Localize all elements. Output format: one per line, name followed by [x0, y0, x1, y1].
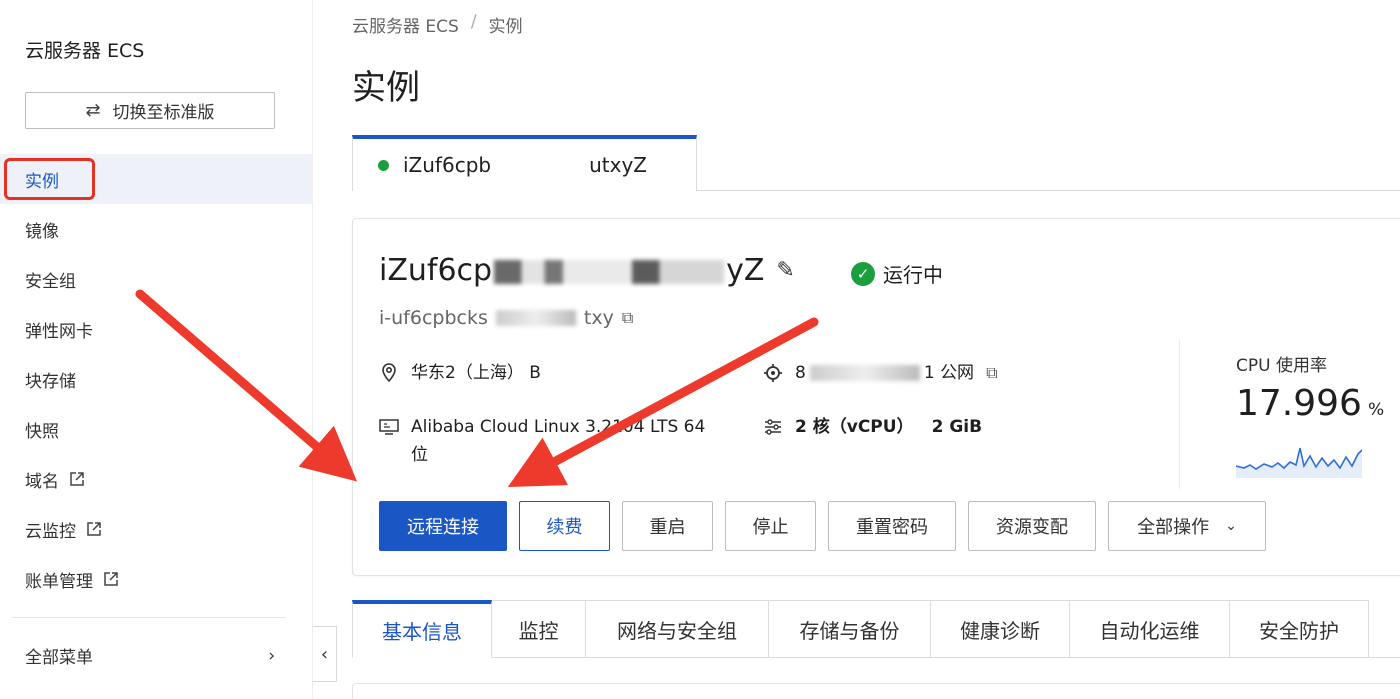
running-status-dot	[378, 159, 389, 171]
breadcrumb-separator: /	[470, 12, 477, 32]
monitor-icon	[379, 413, 399, 441]
edit-icon[interactable]: ✎	[776, 258, 794, 283]
sidebar-item-block-storage[interactable]: 块存储	[0, 354, 313, 404]
region-text: 华东2（上海） B	[411, 363, 541, 383]
sidebar-item-billing[interactable]: 账单管理	[0, 554, 313, 604]
all-menu-label: 全部菜单	[25, 648, 93, 668]
all-operations-dropdown[interactable]: 全部操作 ⌄	[1108, 501, 1266, 551]
all-menu-link[interactable]: 全部菜单 ›	[25, 643, 275, 669]
sidebar-item-label: 弹性网卡	[25, 321, 93, 342]
instance-card: iZuf6cp yZ ✎ ✓ 运行中 i-uf6cpbcks txy ⧉ 华东2（上…	[352, 218, 1400, 576]
cpu-usage-value: 17.996%	[1236, 383, 1385, 424]
instance-name: iZuf6cp yZ ✎	[379, 253, 795, 288]
target-icon	[763, 359, 783, 387]
breadcrumb: 云服务器 ECS / 实例	[352, 12, 523, 37]
cpu-sparkline	[1236, 447, 1362, 478]
switch-version-button[interactable]: ⇄ 切换至标准版	[25, 92, 275, 129]
sidebar-item-label: 块存储	[25, 371, 76, 392]
switch-arrows-icon: ⇄	[85, 100, 101, 121]
sidebar: 云服务器 ECS ⇄ 切换至标准版 实例 镜像 安全组 弹性网卡 块存储 快照 …	[0, 0, 313, 699]
os-info: Alibaba Cloud Linux 3.2104 LTS 64 位	[379, 413, 739, 469]
copy-icon[interactable]: ⧉	[622, 308, 633, 328]
sidebar-item-label: 安全组	[25, 271, 76, 292]
sidebar-item-cloud-monitor[interactable]: 云监控	[0, 504, 313, 554]
annotation-highlight-box	[4, 158, 95, 200]
sidebar-item-eni[interactable]: 弹性网卡	[0, 304, 313, 354]
sidebar-item-instances[interactable]: 实例	[0, 154, 313, 204]
external-link-icon	[69, 471, 85, 487]
sidebar-title: 云服务器 ECS	[25, 40, 145, 62]
os-text: Alibaba Cloud Linux 3.2104 LTS 64 位	[411, 417, 706, 465]
sidebar-item-security-groups[interactable]: 安全组	[0, 254, 313, 304]
sidebar-menu: 实例 镜像 安全组 弹性网卡 块存储 快照 域名 云监控 账单管理	[0, 154, 313, 604]
sidebar-item-label: 域名	[25, 471, 59, 492]
memory-text: 2 GiB	[931, 417, 983, 437]
sidebar-item-snapshots[interactable]: 快照	[0, 404, 313, 454]
all-operations-label: 全部操作	[1137, 517, 1210, 538]
chevron-down-icon: ⌄	[1225, 518, 1237, 534]
sidebar-divider	[12, 617, 286, 618]
tab-security-protection[interactable]: 安全防护	[1230, 600, 1369, 658]
sliders-icon	[763, 413, 783, 441]
external-link-icon	[86, 521, 102, 537]
ecs-console: 云服务器 ECS ⇄ 切换至标准版 实例 镜像 安全组 弹性网卡 块存储 快照 …	[0, 0, 1400, 699]
tab-storage-backup[interactable]: 存储与备份	[769, 600, 931, 658]
chevron-left-icon: ‹	[320, 643, 329, 665]
switch-version-label: 切换至标准版	[112, 103, 215, 123]
reset-password-button[interactable]: 重置密码	[828, 501, 956, 551]
page-title: 实例	[352, 68, 420, 108]
breadcrumb-parent[interactable]: 云服务器 ECS	[352, 12, 459, 37]
detail-tabs: 基本信息 监控 网络与安全组 存储与备份 健康诊断 自动化运维 安全防护	[352, 600, 1369, 658]
spec-info: 2 核（vCPU） 2 GiB	[763, 413, 982, 441]
status-badge: ✓ 运行中	[851, 259, 943, 288]
ip-text: 81 公网	[795, 363, 975, 383]
location-pin-icon	[379, 359, 399, 387]
tab-monitoring[interactable]: 监控	[492, 600, 586, 658]
sidebar-item-label: 镜像	[25, 221, 59, 242]
cpu-usage-panel: CPU 使用率 17.996%	[1179, 339, 1400, 489]
status-text: 运行中	[883, 263, 943, 287]
restart-button[interactable]: 重启	[622, 501, 713, 551]
sidebar-item-images[interactable]: 镜像	[0, 204, 313, 254]
resize-button[interactable]: 资源变配	[968, 501, 1096, 551]
renew-button[interactable]: 续费	[519, 501, 610, 551]
tab-health-diagnosis[interactable]: 健康诊断	[931, 600, 1070, 658]
cpu-cores-text: 2 核（vCPU）	[795, 417, 914, 437]
sidebar-item-domains[interactable]: 域名	[0, 454, 313, 504]
sidebar-item-label: 快照	[25, 421, 59, 442]
sidebar-item-label: 账单管理	[25, 571, 93, 592]
sidebar-collapse-toggle[interactable]: ‹	[313, 626, 337, 682]
instance-id: i-uf6cpbcks txy ⧉	[379, 307, 634, 329]
stop-button[interactable]: 停止	[725, 501, 816, 551]
cpu-usage-label: CPU 使用率	[1236, 356, 1327, 376]
region-info: 华东2（上海） B	[379, 359, 541, 387]
tab-automation-ops[interactable]: 自动化运维	[1070, 600, 1230, 658]
instance-tab-label: iZuf6cpb utxyZ	[403, 153, 647, 177]
tab-basic-info[interactable]: 基本信息	[352, 600, 492, 658]
chevron-right-icon: ›	[268, 645, 275, 666]
detail-content-card	[352, 683, 1400, 699]
tab-network-security[interactable]: 网络与安全组	[586, 600, 769, 658]
check-circle-icon: ✓	[851, 261, 875, 286]
ip-info: 81 公网 ⧉	[763, 359, 998, 387]
instance-tab[interactable]: iZuf6cpb utxyZ	[352, 135, 697, 191]
sidebar-item-label: 云监控	[25, 521, 76, 542]
external-link-icon	[103, 571, 119, 587]
remote-connect-button[interactable]: 远程连接	[379, 501, 507, 551]
copy-icon[interactable]: ⧉	[986, 359, 997, 387]
breadcrumb-current: 实例	[488, 17, 523, 37]
instance-actions: 远程连接 续费 重启 停止 重置密码 资源变配 全部操作 ⌄	[379, 501, 1266, 551]
